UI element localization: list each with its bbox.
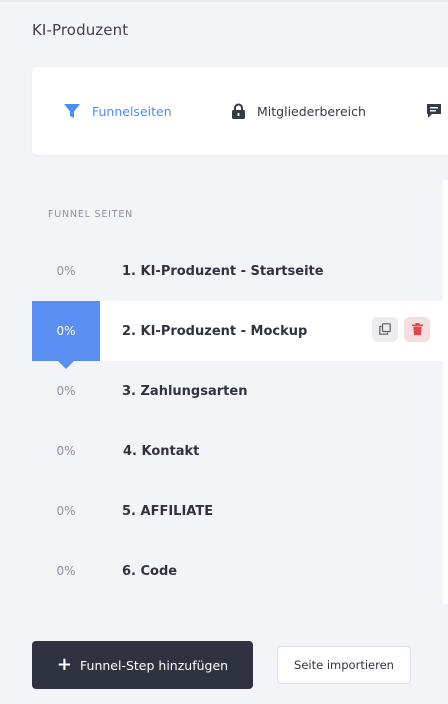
comment-icon <box>426 103 442 119</box>
plus-icon: + <box>56 654 73 675</box>
tab-label: Mitgliederbereich <box>257 103 366 119</box>
step-row-6[interactable]: 0% 6. Code <box>32 541 444 601</box>
step-row-5[interactable]: 0% 5. AFFILIATE <box>32 481 444 541</box>
step-progress: 0% <box>56 564 76 578</box>
import-page-button[interactable]: Seite importieren <box>277 646 411 684</box>
step-name: 5. AFFILIATE <box>122 503 214 519</box>
top-divider <box>0 0 448 2</box>
tab-mitgliederbereich[interactable]: Mitgliederbereich <box>231 67 366 155</box>
step-progress: 0% <box>56 384 76 398</box>
section-title: FUNNEL SEITEN <box>48 209 134 220</box>
page-title: KI-Produzent <box>32 21 129 39</box>
trash-icon <box>411 320 423 339</box>
step-progress: 0% <box>56 444 76 458</box>
step-progress: 0% <box>56 504 76 518</box>
step-name: 4. Kontakt <box>123 443 200 459</box>
delete-step-button[interactable] <box>404 317 430 342</box>
step-row-4[interactable]: 0% 4. Kontakt <box>32 421 444 481</box>
lock-icon <box>231 103 246 120</box>
copy-icon <box>379 320 391 339</box>
duplicate-step-button[interactable] <box>372 317 398 342</box>
tab-comments[interactable] <box>426 67 442 155</box>
add-funnel-step-button[interactable]: + Funnel-Step hinzufügen <box>32 641 253 689</box>
step-row-2[interactable]: 0% 2. KI-Produzent - Mockup <box>32 301 444 369</box>
step-name: 6. Code <box>122 563 178 579</box>
step-actions <box>372 317 430 342</box>
step-name: 1. KI-Produzent - Startseite <box>122 263 324 279</box>
filter-icon <box>63 102 81 120</box>
tab-funnelseiten[interactable]: Funnelseiten <box>63 67 172 155</box>
step-progress: 0% <box>56 264 76 278</box>
step-row-3[interactable]: 0% 3. Zahlungsarten <box>32 361 444 421</box>
step-name: 3. Zahlungsarten <box>122 383 248 399</box>
tabs-bar: Funnelseiten Mitgliederbereich <box>32 67 448 155</box>
add-step-label: Funnel-Step hinzufügen <box>80 657 229 673</box>
step-progress: 0% <box>32 301 100 369</box>
tab-label: Funnelseiten <box>92 103 172 119</box>
import-label: Seite importieren <box>294 658 394 672</box>
step-row-1[interactable]: 0% 1. KI-Produzent - Startseite <box>32 241 444 301</box>
funnel-steps-panel: FUNNEL SEITEN 0% 1. KI-Produzent - Start… <box>32 180 448 608</box>
step-name: 2. KI-Produzent - Mockup <box>122 323 308 339</box>
